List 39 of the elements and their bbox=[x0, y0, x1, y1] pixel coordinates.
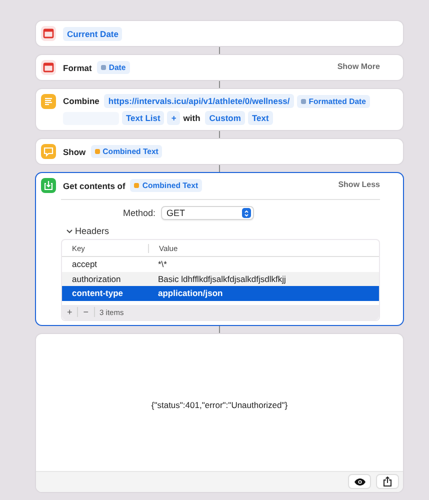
show-toggle[interactable]: Show More bbox=[337, 62, 380, 71]
header-row[interactable]: authorization Basic ldhfflkdfjsalkfdjsalkdfjsdlkfkjj bbox=[62, 272, 379, 286]
eye-icon bbox=[354, 478, 366, 486]
headers-toggle[interactable]: Headers bbox=[66, 226, 380, 236]
action-card[interactable]: Current Date bbox=[35, 20, 404, 47]
calendar-icon bbox=[41, 60, 56, 75]
parameter-token[interactable]: https://intervals.icu/api/v1/athlete/0/wellness/ bbox=[104, 94, 294, 108]
action-label: Format bbox=[63, 62, 92, 72]
value-cell-text: Basic ldhfflkdfjsalkfdjsalkdfjsdlkfkjj bbox=[157, 274, 287, 284]
value-cell-text: application/json bbox=[157, 288, 224, 298]
key-cell-text: authorization bbox=[71, 274, 122, 284]
key-cell-text: accept bbox=[71, 259, 98, 270]
action-label: Show bbox=[63, 146, 86, 156]
result-text: {"status":401,"error":"Unauthorized"} bbox=[151, 400, 288, 410]
text-lines-icon bbox=[41, 94, 56, 109]
value-cell-text: *\* bbox=[157, 259, 168, 270]
parameter-token[interactable]: Text bbox=[248, 111, 273, 125]
add-button[interactable]: + bbox=[167, 111, 180, 125]
action-label: with bbox=[183, 113, 200, 123]
calendar-icon bbox=[41, 26, 56, 41]
action-label: Combine bbox=[63, 96, 100, 106]
download-icon bbox=[41, 178, 56, 193]
chevron-icon bbox=[66, 228, 73, 234]
method-label: Method: bbox=[123, 208, 156, 218]
header-row[interactable]: content-type application/json bbox=[62, 286, 379, 300]
speech-bubble-icon bbox=[41, 144, 56, 159]
method-select[interactable]: GET bbox=[160, 206, 254, 220]
parameter-token[interactable]: Custom bbox=[205, 111, 245, 125]
remove-button[interactable]: − bbox=[78, 307, 95, 317]
action-label: Get contents of bbox=[63, 180, 126, 190]
parameter-token[interactable]: Text List bbox=[122, 111, 164, 125]
stepper-icon[interactable] bbox=[242, 208, 251, 218]
add-button[interactable]: + bbox=[62, 307, 78, 317]
share-icon bbox=[383, 476, 392, 487]
preview-button[interactable] bbox=[348, 474, 371, 489]
key-cell-text: content-type bbox=[71, 288, 124, 298]
parameter-token[interactable]: Current Date bbox=[63, 26, 122, 40]
show-toggle[interactable]: Show Less bbox=[338, 180, 380, 189]
share-button[interactable] bbox=[376, 474, 399, 489]
